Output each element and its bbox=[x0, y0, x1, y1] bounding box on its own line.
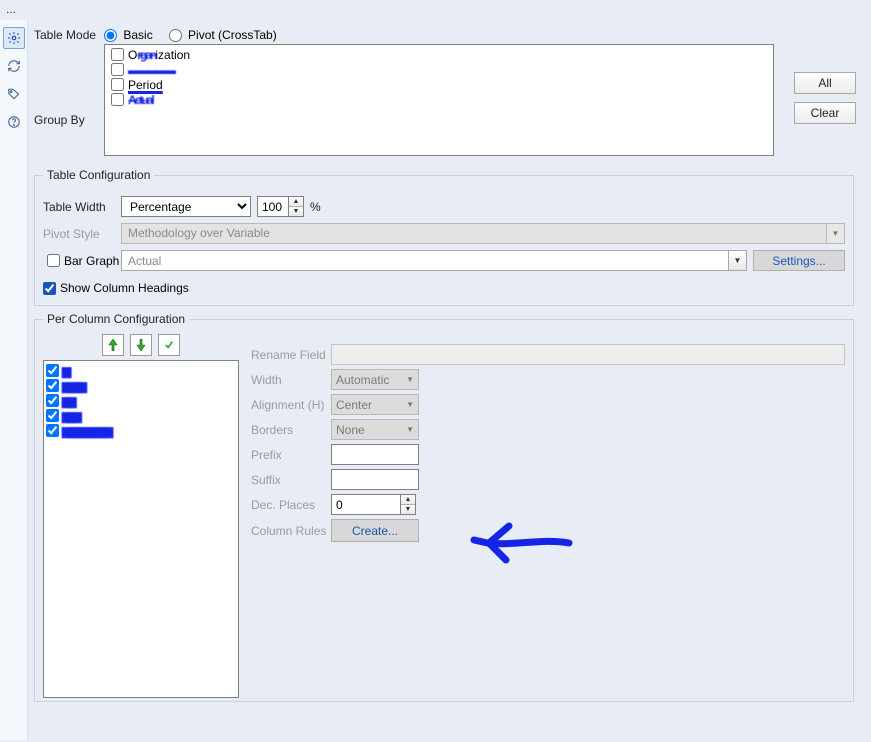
pivot-style-select: Methodology over Variable bbox=[121, 223, 827, 244]
group-by-label: Group By bbox=[34, 113, 104, 127]
check-button[interactable] bbox=[158, 334, 180, 356]
list-checkbox[interactable] bbox=[46, 379, 59, 392]
help-icon[interactable] bbox=[3, 111, 25, 133]
alignment-label: Alignment (H) bbox=[251, 398, 331, 412]
list-checkbox[interactable] bbox=[46, 409, 59, 422]
rename-input[interactable] bbox=[331, 344, 845, 365]
radio-basic[interactable] bbox=[104, 29, 117, 42]
pivot-style-label: Pivot Style bbox=[43, 227, 121, 241]
vertical-toolbar bbox=[0, 20, 28, 740]
spin-up-icon[interactable]: ▲ bbox=[289, 197, 303, 207]
table-width-value[interactable] bbox=[257, 196, 289, 217]
chevron-down-icon[interactable]: ▼ bbox=[729, 250, 747, 271]
group-by-checkbox[interactable] bbox=[111, 78, 124, 91]
prefix-label: Prefix bbox=[251, 448, 331, 462]
chevron-down-icon: ▼ bbox=[827, 223, 845, 244]
table-width-select[interactable]: Percentage bbox=[121, 196, 251, 217]
table-width-label: Table Width bbox=[43, 200, 121, 214]
list-checkbox[interactable] bbox=[46, 364, 59, 377]
group-by-checkbox[interactable] bbox=[111, 63, 124, 76]
group-by-list[interactable]: Organization ▬▬▬▬▬ Period Actual bbox=[104, 44, 774, 156]
group-by-item[interactable]: Actual bbox=[111, 92, 767, 107]
all-button[interactable]: All bbox=[794, 72, 856, 94]
bar-graph-label: Bar Graph bbox=[64, 254, 119, 268]
prefix-input[interactable] bbox=[331, 444, 419, 465]
list-item[interactable]: ▆▆ bbox=[46, 393, 236, 408]
borders-label: Borders bbox=[251, 423, 331, 437]
table-configuration-group: Table Configuration Table Width Percenta… bbox=[34, 168, 854, 306]
list-checkbox[interactable] bbox=[46, 394, 59, 407]
move-up-button[interactable] bbox=[102, 334, 124, 356]
borders-select[interactable]: None▼ bbox=[331, 419, 419, 440]
show-headings-checkbox[interactable] bbox=[43, 282, 56, 295]
table-mode-label: Table Mode bbox=[34, 28, 104, 42]
gear-icon[interactable] bbox=[3, 27, 25, 49]
suffix-input[interactable] bbox=[331, 469, 419, 490]
group-by-checkbox[interactable] bbox=[111, 93, 124, 106]
spin-down-icon[interactable]: ▼ bbox=[401, 505, 415, 514]
show-headings-label: Show Column Headings bbox=[60, 281, 189, 295]
list-item[interactable]: ▆ bbox=[46, 363, 236, 378]
column-list[interactable]: ▆ ▆▆▆▆ ▆▆ ▆▆▆ ▆▆▆▆▆▆▆▆▆ bbox=[43, 360, 239, 698]
dec-places-label: Dec. Places bbox=[251, 498, 331, 512]
dec-places-input[interactable] bbox=[331, 494, 401, 515]
table-configuration-legend: Table Configuration bbox=[43, 168, 154, 182]
refresh-icon[interactable] bbox=[3, 55, 25, 77]
radio-pivot[interactable] bbox=[169, 29, 182, 42]
column-rules-label: Column Rules bbox=[251, 524, 331, 538]
radio-pivot-label: Pivot (CrossTab) bbox=[188, 28, 277, 42]
bar-graph-select[interactable]: Actual bbox=[121, 250, 729, 271]
group-by-item[interactable]: ▬▬▬▬▬ bbox=[111, 62, 767, 77]
chevron-down-icon: ▼ bbox=[406, 375, 414, 384]
radio-basic-label: Basic bbox=[123, 28, 152, 42]
spin-up-icon[interactable]: ▲ bbox=[401, 495, 415, 505]
rename-label: Rename Field bbox=[251, 348, 331, 362]
suffix-label: Suffix bbox=[251, 473, 331, 487]
bar-graph-checkbox[interactable] bbox=[47, 254, 60, 267]
percent-symbol: % bbox=[310, 200, 321, 214]
list-item[interactable]: ▆▆▆▆▆▆▆▆▆ bbox=[46, 423, 236, 438]
alignment-select[interactable]: Center▼ bbox=[331, 394, 419, 415]
title-ellipsis: ... bbox=[6, 2, 16, 16]
list-item[interactable]: ▆▆▆ bbox=[46, 408, 236, 423]
chevron-down-icon: ▼ bbox=[406, 425, 414, 434]
width-select[interactable]: Automatic▼ bbox=[331, 369, 419, 390]
group-by-item[interactable]: Period bbox=[111, 77, 767, 92]
tag-icon[interactable] bbox=[3, 83, 25, 105]
clear-button[interactable]: Clear bbox=[794, 102, 856, 124]
spin-down-icon[interactable]: ▼ bbox=[289, 207, 303, 216]
group-by-item[interactable]: Organization bbox=[111, 47, 767, 62]
width-label: Width bbox=[251, 373, 331, 387]
create-button[interactable]: Create... bbox=[331, 519, 419, 542]
per-column-legend: Per Column Configuration bbox=[43, 312, 189, 326]
group-by-checkbox[interactable] bbox=[111, 48, 124, 61]
list-checkbox[interactable] bbox=[46, 424, 59, 437]
move-down-button[interactable] bbox=[130, 334, 152, 356]
chevron-down-icon: ▼ bbox=[406, 400, 414, 409]
per-column-group: Per Column Configuration ▆ ▆▆▆▆ bbox=[34, 312, 854, 702]
settings-button[interactable]: Settings... bbox=[753, 250, 845, 271]
list-item[interactable]: ▆▆▆▆ bbox=[46, 378, 236, 393]
